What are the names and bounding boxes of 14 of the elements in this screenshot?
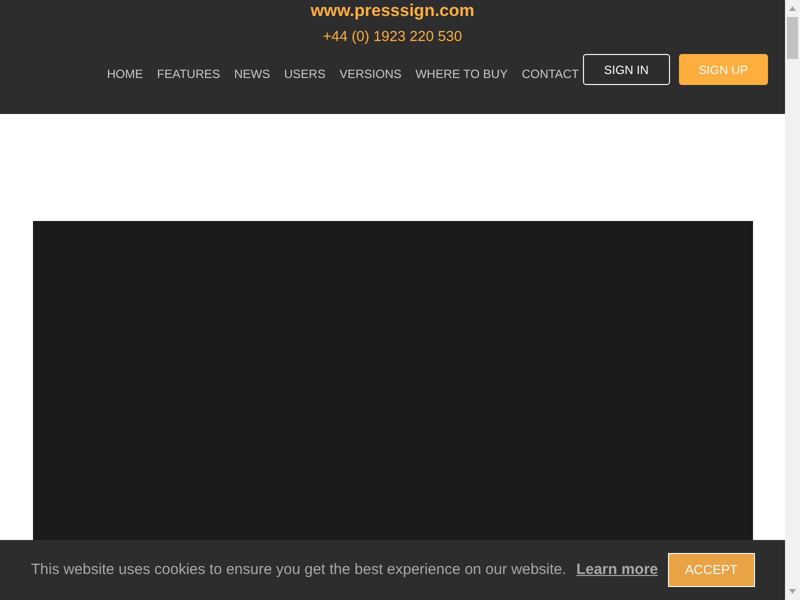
sign-in-button[interactable]: SIGN IN bbox=[582, 54, 670, 85]
nav-link[interactable]: WHERE TO BUY bbox=[415, 64, 508, 82]
nav-link[interactable]: FEATURES bbox=[157, 64, 220, 82]
nav-link[interactable]: HOME bbox=[107, 64, 143, 82]
scrollbar[interactable] bbox=[785, 0, 800, 600]
video-player[interactable] bbox=[33, 221, 753, 540]
nav-link[interactable]: USERS bbox=[284, 64, 326, 82]
cookie-message: This website uses cookies to ensure you get the best experience on our website. bbox=[31, 560, 566, 580]
learn-more-link[interactable]: Learn more bbox=[576, 558, 658, 582]
nav-link[interactable]: CONTACT bbox=[522, 64, 579, 82]
site-url: www.presssign.com bbox=[310, 1, 474, 21]
phone-number: +44 (0) 1923 220 530 bbox=[322, 29, 462, 45]
nav-link[interactable]: NEWS bbox=[234, 64, 270, 82]
nav-link[interactable]: VERSIONS bbox=[339, 64, 402, 82]
